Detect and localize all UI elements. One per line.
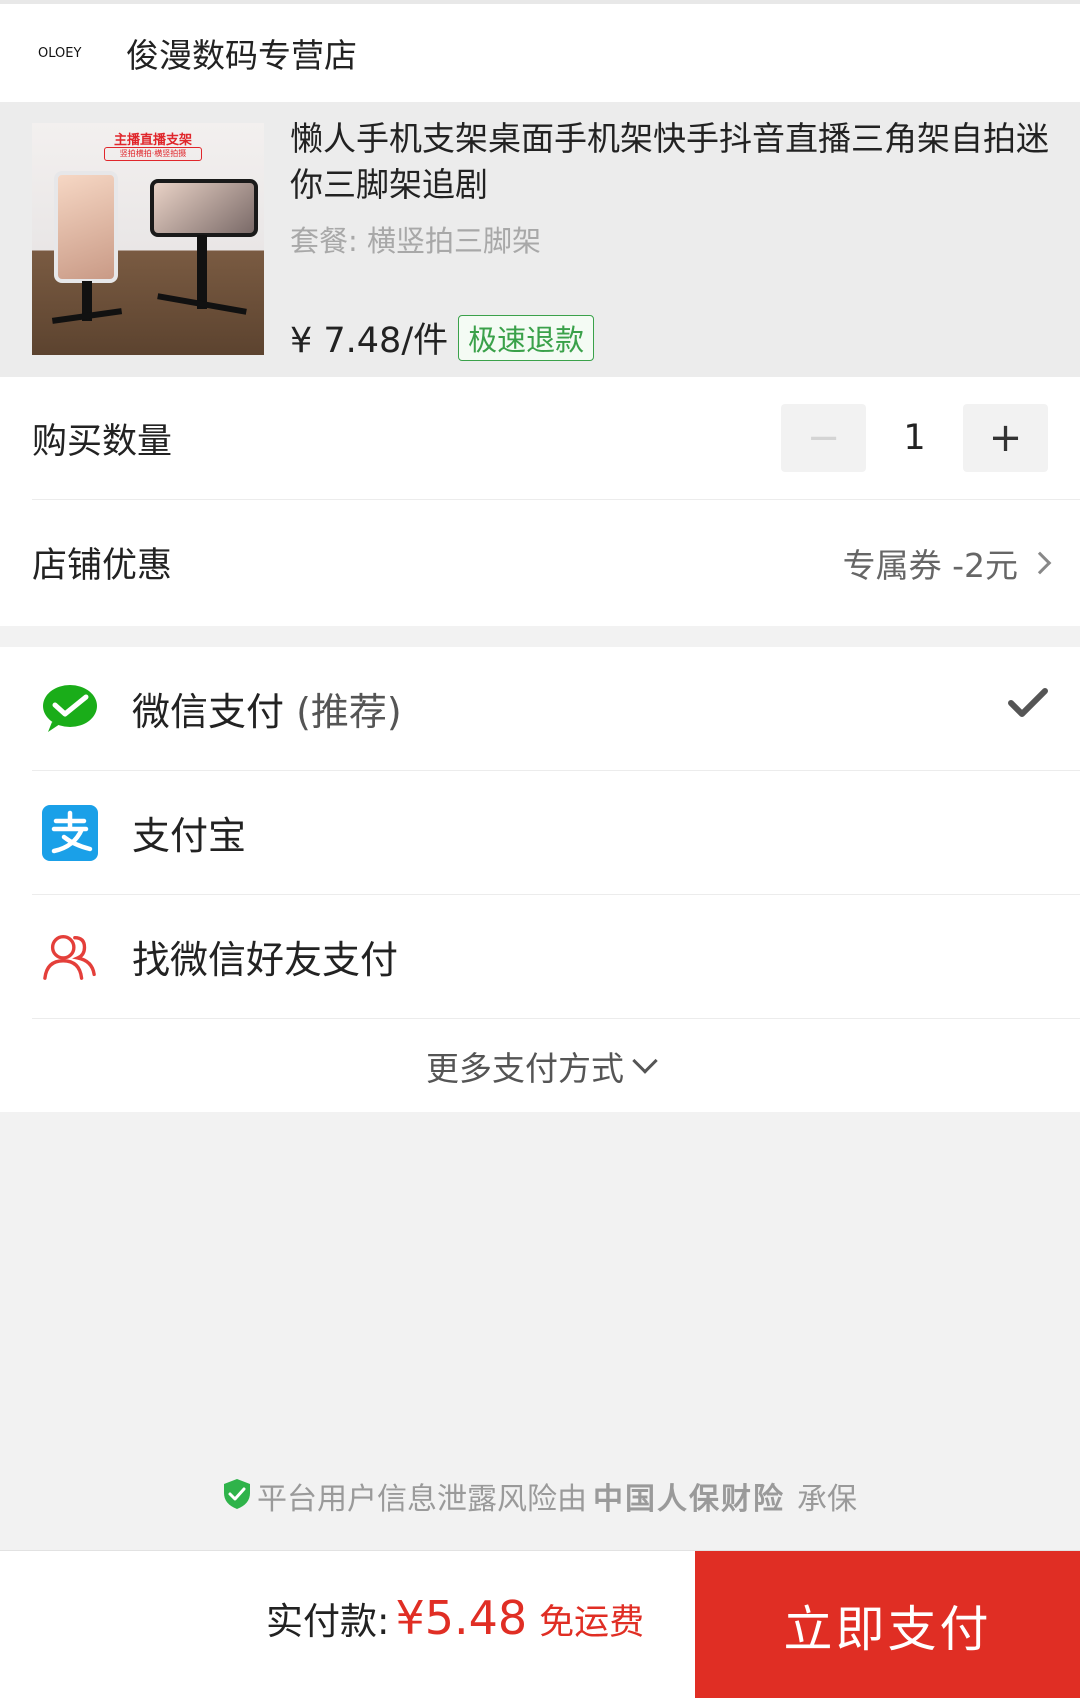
discount-row[interactable]: 店铺优惠 专属券 -2元	[32, 501, 1080, 624]
product-spec: 套餐: 横竖拍三脚架	[290, 224, 541, 258]
order-options: 购买数量 − 1 + 店铺优惠 专属券 -2元	[0, 377, 1080, 626]
total-amount: ¥5.48	[395, 1591, 528, 1645]
payment-option-label: 找微信好友支付	[132, 938, 399, 982]
price-row: ¥ 7.48/件 极速退款	[290, 312, 595, 363]
shop-header[interactable]: OLOEY 俊漫数码专营店	[0, 4, 1080, 102]
discount-selector[interactable]: 专属券 -2元	[842, 539, 1052, 587]
pay-now-button[interactable]: 立即支付	[695, 1551, 1080, 1698]
discount-value: 专属券 -2元	[842, 545, 1018, 585]
phone-illustration	[150, 179, 258, 237]
product-image-subtext: 竖拍横拍·横竖拍摄	[104, 147, 202, 161]
shipping-note: 免运费	[539, 1603, 645, 1643]
alipay-icon	[42, 804, 98, 861]
payment-methods: 微信支付 (推荐) 支付宝 找微信好友支付 更多支付方式	[0, 647, 1080, 1112]
quantity-decrease-button[interactable]: −	[781, 404, 866, 472]
insurance-prefix: 平台用户信息泄露风险由	[257, 1482, 587, 1517]
quantity-row: 购买数量 − 1 +	[32, 377, 1080, 500]
friend-pay-icon	[42, 929, 98, 985]
shop-name[interactable]: 俊漫数码专营店	[126, 29, 357, 77]
more-payment-methods-button[interactable]: 更多支付方式	[0, 1019, 1080, 1112]
quantity-stepper: − 1 +	[781, 404, 1048, 472]
insurance-suffix: 承保	[797, 1482, 857, 1517]
total-label: 实付款:	[266, 1600, 390, 1643]
tripod-illustration	[197, 235, 207, 309]
discount-label: 店铺优惠	[32, 546, 173, 586]
payment-option-label: 微信支付 (推荐)	[132, 690, 402, 734]
refund-badge: 极速退款	[458, 314, 595, 361]
checkout-bar: 实付款: ¥5.48 免运费 立即支付	[0, 1550, 1080, 1698]
insurance-notice: 平台用户信息泄露风险由 中国人保财险 承保	[0, 1474, 1080, 1518]
product-title: 懒人手机支架桌面手机架快手抖音直播三角架自拍迷你三脚架追剧	[290, 119, 1049, 204]
payment-option-label: 支付宝	[132, 814, 247, 858]
chevron-right-icon	[1028, 551, 1052, 574]
quantity-value: 1	[903, 418, 926, 458]
chevron-down-icon	[632, 1047, 658, 1074]
checkmark-icon	[1008, 687, 1048, 723]
shield-check-icon	[223, 1478, 251, 1514]
product-image[interactable]: 主播直播支架 竖拍横拍·横竖拍摄	[32, 123, 264, 355]
insurance-brand: 中国人保财险	[593, 1482, 785, 1517]
more-payment-methods-label: 更多支付方式	[426, 1048, 624, 1088]
product-image-banner: 主播直播支架	[113, 133, 192, 148]
payment-option-friend[interactable]: 找微信好友支付	[32, 895, 1080, 1019]
recommended-note: (推荐)	[296, 690, 402, 734]
total-summary: 实付款: ¥5.48 免运费	[266, 1591, 644, 1645]
payment-option-alipay[interactable]: 支付宝	[32, 771, 1080, 895]
wechat-pay-icon	[42, 681, 98, 737]
product-card[interactable]: 主播直播支架 竖拍横拍·横竖拍摄 懒人手机支架桌面手机架快手抖音直播三角架自拍迷…	[0, 102, 1080, 377]
phone-illustration	[54, 171, 118, 283]
shop-logo: OLOEY	[38, 45, 82, 61]
payment-option-wechat[interactable]: 微信支付 (推荐)	[32, 647, 1080, 771]
quantity-increase-button[interactable]: +	[963, 404, 1048, 472]
quantity-label: 购买数量	[32, 421, 173, 462]
product-price: ¥ 7.48/件	[290, 321, 449, 361]
